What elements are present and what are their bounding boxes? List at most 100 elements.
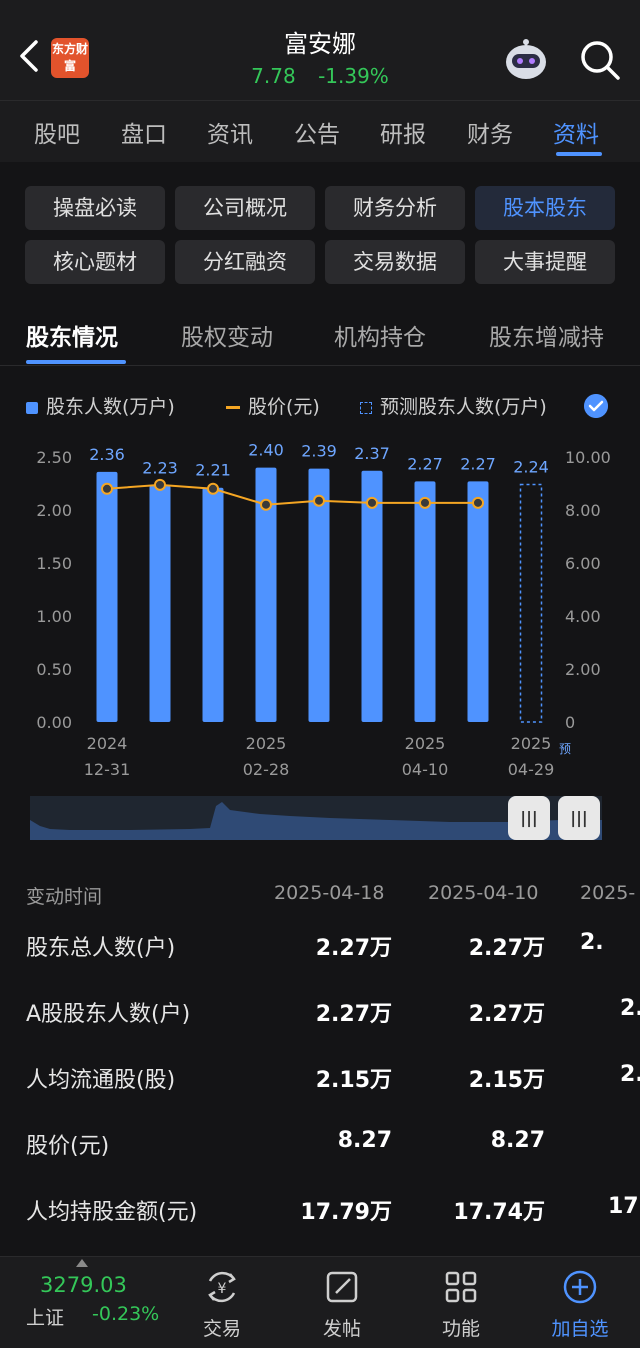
table-cell: 17. — [608, 1194, 640, 1219]
category-trading-data[interactable]: 交易数据 — [325, 240, 465, 284]
price-point — [154, 478, 166, 491]
index-value[interactable]: 3279.03 — [40, 1273, 127, 1297]
table-header-date: 2025- — [580, 882, 636, 904]
bar-value-label: 2.23 — [142, 459, 178, 478]
nav-add-watchlist-label: 加自选 — [551, 1318, 609, 1340]
data-bar — [202, 487, 224, 722]
scroller-handle-left[interactable]: ||| — [508, 796, 550, 840]
price-point — [366, 496, 378, 509]
price-point — [101, 482, 113, 495]
legend-forecast[interactable]: 预测股东人数(万户) — [360, 392, 547, 419]
table-cell: 17.74万 — [453, 1200, 545, 1225]
active-tab-indicator — [556, 152, 602, 156]
legend-forecast-swatch — [360, 401, 372, 414]
x-axis-date: 02-28 — [243, 760, 290, 779]
nav-functions-label: 功能 — [441, 1318, 480, 1340]
robot-assistant-icon[interactable] — [500, 36, 552, 82]
legend-line[interactable]: 股价(元) — [226, 392, 320, 419]
legend-bars[interactable]: 股东人数(万户) — [26, 392, 175, 419]
legend-line-swatch — [226, 406, 240, 409]
bar-value-label: 2.36 — [89, 445, 125, 464]
tab-profile[interactable]: 资料 — [553, 115, 599, 149]
nav-functions[interactable]: 功能 — [421, 1267, 501, 1341]
tab-announcements[interactable]: 公告 — [294, 115, 340, 149]
category-shareholders[interactable]: 股本股东 — [475, 186, 615, 230]
table-row-label: 股价(元) — [26, 1134, 110, 1159]
subtab-equity-change[interactable]: 股权变动 — [181, 318, 273, 352]
right-axis-tick: 2.00 — [565, 660, 601, 679]
data-bar — [96, 471, 118, 722]
app-header: 东方财富 富安娜 7.78 -1.39% — [0, 0, 640, 100]
right-axis-tick: 8.00 — [565, 501, 601, 520]
tab-finance[interactable]: 财务 — [467, 115, 513, 149]
search-icon[interactable] — [578, 38, 622, 82]
table-cell: 2.15万 — [468, 1068, 545, 1093]
price-point — [472, 496, 484, 509]
x-axis-date: 04-10 — [402, 760, 449, 779]
right-axis-tick: 4.00 — [565, 607, 601, 626]
legend-forecast-label: 预测股东人数(万户) — [380, 396, 547, 418]
caret-up-icon[interactable] — [76, 1259, 88, 1267]
tab-research[interactable]: 研报 — [380, 115, 426, 149]
checkmark-icon[interactable] — [584, 394, 608, 418]
nav-post[interactable]: 发帖 — [302, 1267, 382, 1341]
table-cell: 2.27万 — [315, 936, 392, 961]
shareholder-table: 变动时间 2025-04-18 2025-04-10 2025- 股东总人数(户… — [0, 866, 640, 1256]
table-cell: 2.27万 — [468, 936, 545, 961]
shareholder-chart: 2.50 2.00 1.50 1.00 0.50 0.00 10.00 8.00 6.00 4.0… — [36, 441, 611, 779]
chart-legend: 股东人数(万户) 股价(元) 预测股东人数(万户) — [0, 386, 640, 426]
nav-add-watchlist[interactable]: 加自选 — [540, 1267, 620, 1341]
stock-price: 7.78 — [251, 64, 296, 88]
index-name[interactable]: 上证 — [26, 1303, 64, 1330]
legend-bars-label: 股东人数(万户) — [46, 396, 175, 418]
table-cell: 2. — [580, 930, 604, 955]
legend-line-label: 股价(元) — [248, 396, 320, 418]
bar-value-label: 2.39 — [301, 442, 337, 461]
category-events[interactable]: 大事提醒 — [475, 240, 615, 284]
add-circle-icon — [563, 1270, 597, 1304]
left-axis-tick: 1.00 — [36, 607, 72, 626]
subtab-shareholder-status[interactable]: 股东情况 — [26, 318, 118, 352]
x-axis-year: 2025 — [246, 734, 287, 753]
table-cell: 8.27 — [337, 1128, 392, 1153]
table-row-label: A股股东人数(户) — [26, 1002, 191, 1027]
top-tab-bar: 股吧 盘口 资讯 公告 研报 财务 资料 — [0, 100, 640, 162]
left-axis-tick: 2.00 — [36, 501, 72, 520]
legend-bar-swatch — [26, 401, 38, 414]
tab-news[interactable]: 资讯 — [207, 115, 253, 149]
subtab-institutional[interactable]: 机构持仓 — [334, 318, 426, 352]
table-cell: 2.27万 — [468, 1002, 545, 1027]
table-row-label: 人均流通股(股) — [26, 1068, 176, 1093]
x-axis-year: 2024 — [87, 734, 128, 753]
tab-guba[interactable]: 股吧 — [34, 115, 80, 149]
scroller-handle-right[interactable]: ||| — [558, 796, 600, 840]
nav-trade[interactable]: ¥ 交易 — [182, 1267, 262, 1341]
subtab-holdings-change[interactable]: 股东增减持 — [489, 318, 604, 352]
x-axis-year: 2025 — [405, 734, 446, 753]
edit-post-icon — [326, 1271, 358, 1303]
table-row-label: 人均持股金额(元) — [26, 1200, 198, 1225]
table-header-label: 变动时间 — [26, 886, 103, 908]
bar-value-label: 2.21 — [195, 461, 231, 480]
left-axis-tick: 2.50 — [36, 448, 72, 467]
left-axis-tick: 0.50 — [36, 660, 72, 679]
category-financial-analysis[interactable]: 财务分析 — [325, 186, 465, 230]
forecast-tag: 预 — [559, 742, 571, 756]
tab-pankou[interactable]: 盘口 — [121, 115, 167, 149]
table-cell: 2. — [620, 996, 640, 1021]
price-point — [260, 498, 272, 511]
right-axis-tick: 10.00 — [565, 448, 611, 467]
forecast-value-label: 2.24 — [513, 458, 549, 477]
category-core-themes[interactable]: 核心题材 — [25, 240, 165, 284]
table-header-date: 2025-04-10 — [428, 882, 539, 904]
data-bar — [467, 481, 489, 722]
forecast-bar — [519, 483, 543, 723]
price-point — [207, 482, 219, 495]
category-dividends[interactable]: 分红融资 — [175, 240, 315, 284]
data-bar — [414, 481, 436, 722]
category-company-overview[interactable]: 公司概况 — [175, 186, 315, 230]
right-axis-tick: 6.00 — [565, 554, 601, 573]
table-cell: 8.27 — [490, 1128, 545, 1153]
left-axis-tick: 0.00 — [36, 713, 72, 732]
category-trading-must-read[interactable]: 操盘必读 — [25, 186, 165, 230]
